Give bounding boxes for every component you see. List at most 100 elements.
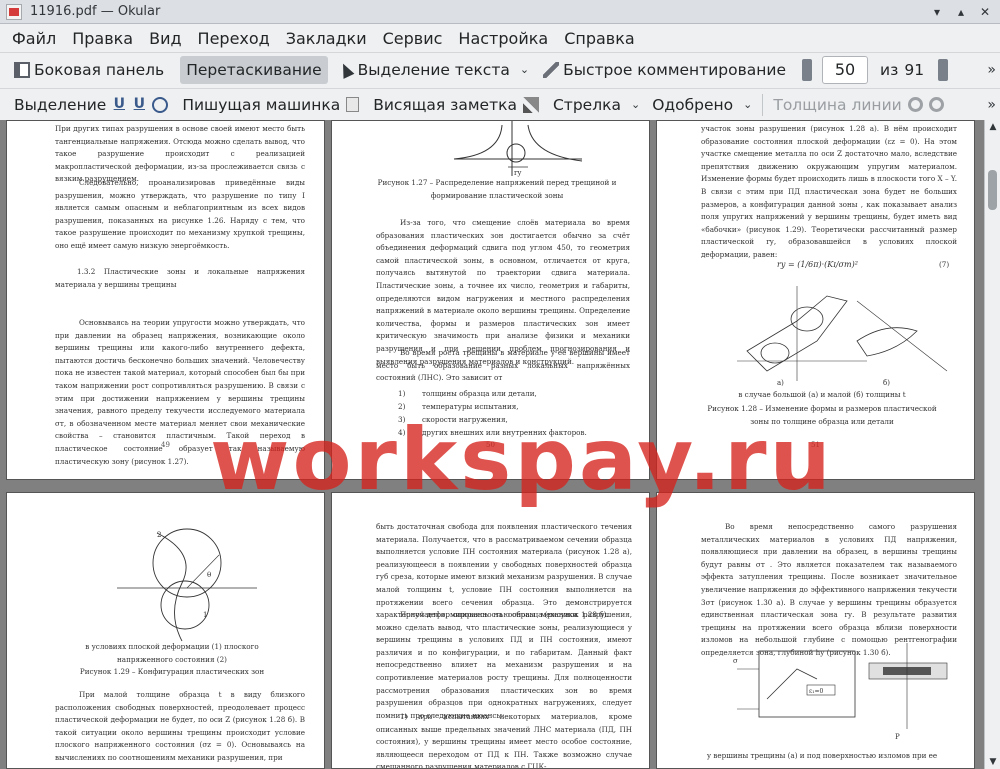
menu-file[interactable]: Файл (4, 29, 64, 48)
page-50-paragraph-2: Во время роста трещины в материале у её … (376, 348, 630, 383)
scroll-up-icon[interactable]: ▲ (985, 120, 1000, 134)
page-49[interactable]: При других типах разрушения в основе сво… (6, 120, 325, 480)
page-53-paragraph-1: быть достаточная свобода для появления п… (376, 522, 632, 620)
svg-text:σ: σ (733, 657, 738, 665)
page-of-label: из (880, 60, 899, 79)
menu-tools[interactable]: Сервис (375, 29, 451, 48)
menu-help[interactable]: Справка (556, 29, 643, 48)
page-total: 91 (904, 60, 925, 79)
menu-go[interactable]: Переход (190, 29, 278, 48)
svg-text:ε₁=0: ε₁=0 (809, 688, 824, 695)
svg-text:а): а) (777, 379, 784, 387)
stamp-tool-button[interactable]: Одобрено ⌄ (646, 91, 758, 119)
chevron-down-icon[interactable]: ⌄ (743, 98, 752, 111)
window-title: 11916.pdf — Okular (30, 4, 161, 19)
next-page-icon[interactable] (938, 58, 949, 81)
page-54[interactable]: Во время непосредственно самого разрушен… (656, 492, 975, 769)
list-item: 4) других внешних или внутренних факторов… (398, 428, 587, 437)
strikeout-icon[interactable] (152, 96, 169, 113)
page-number-input[interactable]: 50 (822, 55, 868, 84)
page-52-figure-caption: Рисунок 1.29 – Конфигурация пластических… (79, 667, 265, 676)
list-item: 2) температуры испытания, (398, 402, 519, 411)
main-toolbar: Боковая панель Перетаскивание Выделение … (0, 52, 1000, 86)
toolbar-overflow-icon[interactable]: » (987, 62, 996, 78)
page-51-sub-caption: в случае большой (а) и малой (б) толщины… (738, 390, 906, 399)
close-icon[interactable]: ✕ (976, 3, 994, 21)
menu-bar: Файл Правка Вид Переход Закладки Сервис … (0, 24, 1000, 52)
scrollbar-thumb[interactable] (988, 170, 997, 210)
page-49-heading: 1.3.2 Пластические зоны и локальные напр… (55, 267, 305, 289)
browse-tool-label: Перетаскивание (186, 60, 322, 79)
document-viewport[interactable]: При других типах разрушения в основе сво… (0, 120, 1000, 769)
page-51-number: 51 (811, 441, 820, 449)
menu-view[interactable]: Вид (141, 29, 189, 48)
previous-page-icon[interactable] (802, 58, 812, 81)
page-53-paragraph-2: Получается, опираясь на основы механики … (376, 610, 632, 720)
color-icon[interactable] (907, 97, 923, 112)
scroll-down-icon[interactable]: ▼ (985, 755, 1000, 769)
page-51-paragraph-1: участок зоны разрушения (рисунок 1.28 а)… (701, 124, 957, 259)
svg-text:2: 2 (157, 531, 161, 539)
plastic-zone-shape-figure: а) б) (737, 286, 948, 387)
squiggle-underline-icon[interactable]: U (132, 97, 146, 113)
title-bar: 11916.pdf — Okular ▾ ▴ ✕ (0, 0, 1000, 24)
underline-icon[interactable]: U (112, 97, 126, 113)
brush-icon (522, 96, 539, 113)
svg-text:1: 1 (203, 611, 207, 619)
svg-text:θ: θ (207, 571, 211, 579)
sidebar-icon (14, 61, 30, 78)
page-51[interactable]: участок зоны разрушения (рисунок 1.28 а)… (656, 120, 975, 480)
text-select-tool-button[interactable]: Выделение текста ⌄ (334, 56, 535, 84)
svg-text:rу: rу (514, 169, 522, 177)
line-width-button[interactable]: Толщина линии (767, 91, 907, 119)
page-50-paragraph-1: Из-за того, что смещение слоёв материала… (376, 218, 630, 366)
pdf-file-icon (6, 3, 22, 20)
page-50[interactable]: rу Рисунок 1.27 – Распределение напряжен… (331, 120, 650, 480)
quick-annotation-button[interactable]: Быстрое комментирование (537, 56, 792, 84)
list-item: 1) толщины образца или детали, (398, 389, 537, 398)
menu-bookmarks[interactable]: Закладки (278, 29, 375, 48)
text-select-tool-label: Выделение текста (357, 60, 510, 79)
highlight-tool-button[interactable]: Выделение (8, 91, 112, 119)
popup-note-button[interactable]: Висящая заметка (367, 91, 523, 119)
page-52[interactable]: θ 1 2 в условиях плоской деформации (1) … (6, 492, 325, 769)
toolbar-separator (762, 93, 764, 116)
page-52-paragraph-1: При малой толщине образца t в виду близк… (55, 690, 305, 762)
toolbar-overflow-icon[interactable]: » (987, 97, 996, 113)
annotation-toolbar: Выделение U U Пишущая машинка Висящая за… (0, 88, 1000, 120)
sidebar-toggle-button[interactable]: Боковая панель (8, 56, 170, 84)
line-width-label: Толщина линии (773, 95, 902, 114)
quick-annotation-label: Быстрое комментирование (563, 60, 786, 79)
plastic-zones-configuration-figure: θ 1 2 (117, 528, 257, 642)
pen-icon (543, 61, 560, 78)
page-52-sub-caption: в условиях плоской деформации (1) плоско… (85, 642, 259, 664)
page-54-figure-caption: у вершины трещины (а) и под поверхностью… (706, 751, 938, 760)
sidebar-toggle-label: Боковая панель (34, 60, 165, 79)
opacity-icon[interactable] (928, 97, 944, 112)
browse-tool-button[interactable]: Перетаскивание (180, 55, 328, 84)
page-53[interactable]: быть достаточная свобода для появления п… (331, 492, 650, 769)
popup-note-label: Висящая заметка (373, 95, 517, 114)
window-controls: ▾ ▴ ✕ (928, 3, 994, 21)
page-53-paragraph-3: 1) при испытаниях некоторых материалов, … (376, 712, 632, 769)
maximize-icon[interactable]: ▴ (952, 3, 970, 21)
vertical-scrollbar[interactable]: ▲ ▼ (984, 120, 1000, 769)
minimize-icon[interactable]: ▾ (928, 3, 946, 21)
menu-settings[interactable]: Настройка (450, 29, 556, 48)
stress-distribution-figure: rу (453, 121, 583, 177)
typewriter-tool-label: Пишущая машинка (182, 95, 341, 114)
page-50-list: 1) толщины образца или детали, 2) температ… (398, 387, 628, 439)
crack-tip-zone-figure: ε₁=0 σ P (733, 643, 948, 741)
menu-edit[interactable]: Правка (64, 29, 141, 48)
svg-text:rу = (1/6π)·(Kɪ/σт)²: rу = (1/6π)·(Kɪ/σт)² (777, 260, 858, 269)
chevron-down-icon[interactable]: ⌄ (520, 63, 529, 76)
svg-text:б): б) (883, 379, 890, 387)
page-50-figure-caption: Рисунок 1.27 – Распределение напряжений … (377, 178, 617, 200)
arrow-tool-button[interactable]: Стрелка ⌄ (547, 91, 646, 119)
page-51-figure-caption: Рисунок 1.28 – Изменение формы и размеро… (707, 404, 937, 426)
chevron-down-icon[interactable]: ⌄ (631, 98, 640, 111)
page-navigation: 50 из 91 (796, 55, 958, 84)
note-icon (346, 97, 360, 112)
page-49-number: 49 (161, 441, 170, 449)
typewriter-tool-button[interactable]: Пишущая машинка (176, 91, 346, 119)
